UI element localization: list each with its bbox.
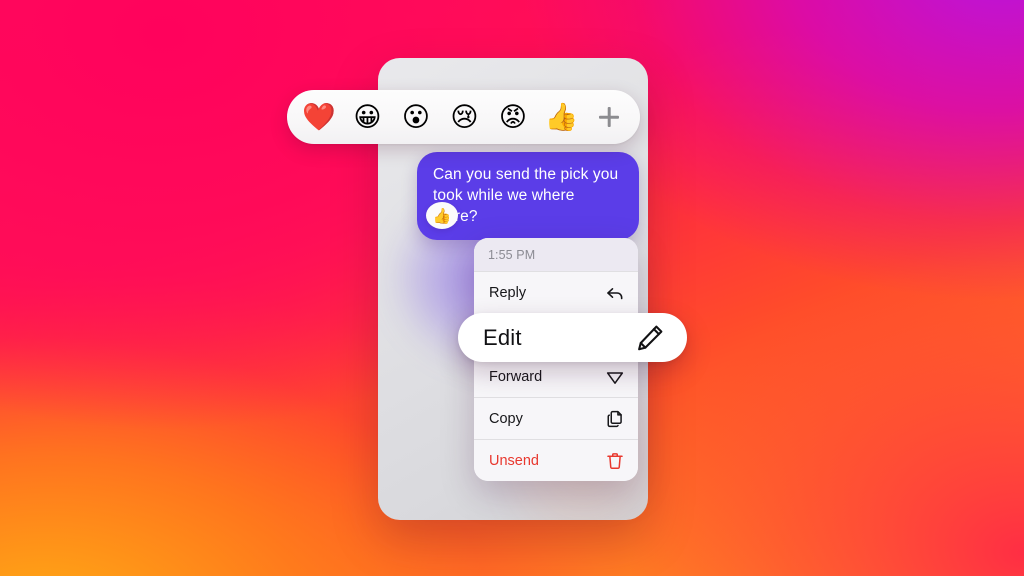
- menu-item-label: Edit: [483, 324, 522, 350]
- reaction-crying-face[interactable]: 😢: [447, 99, 483, 135]
- plus-icon[interactable]: [592, 100, 626, 134]
- pencil-icon: [635, 323, 665, 353]
- menu-item-unsend[interactable]: Unsend: [474, 439, 638, 481]
- menu-item-label: Reply: [489, 284, 527, 301]
- copy-documents-icon: [605, 409, 625, 429]
- reaction-angry-face[interactable]: 😡: [495, 99, 531, 135]
- menu-item-label: Forward: [489, 368, 543, 385]
- emoji-reaction-bar[interactable]: ❤️ 😀 😮 😢 😡 👍: [287, 90, 640, 144]
- trash-icon: [605, 451, 625, 471]
- menu-item-edit-highlighted[interactable]: Edit: [458, 313, 687, 362]
- message-timestamp: 1:55 PM: [474, 238, 638, 271]
- menu-item-label: Unsend: [489, 452, 539, 469]
- menu-item-copy[interactable]: Copy: [474, 397, 638, 439]
- reaction-surprised-face[interactable]: 😮: [398, 99, 434, 135]
- menu-item-reply[interactable]: Reply: [474, 271, 638, 313]
- reaction-heart[interactable]: ❤️: [301, 99, 337, 135]
- screenshot-stage: Can you send the pick you took while we …: [0, 0, 1024, 576]
- reaction-grinning-face[interactable]: 😀: [350, 99, 386, 135]
- reply-arrow-icon: [605, 283, 625, 303]
- menu-item-label: Copy: [489, 410, 523, 427]
- send-arrow-icon: [605, 367, 625, 387]
- message-reaction-badge[interactable]: 👍: [426, 202, 458, 229]
- reaction-thumbs-up[interactable]: 👍: [544, 99, 580, 135]
